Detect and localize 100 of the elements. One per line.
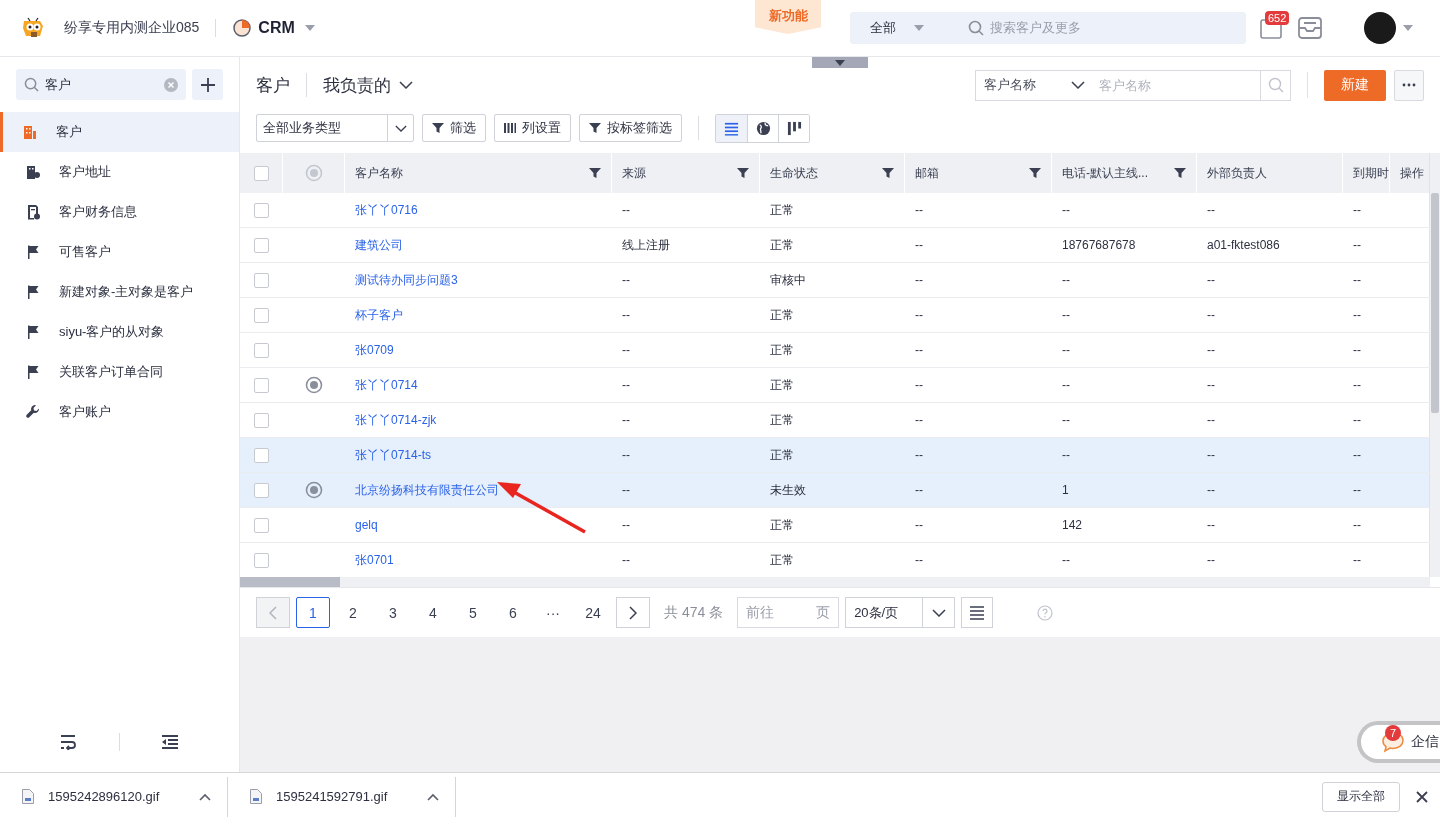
customer-link[interactable]: 测试待办同步问题3 [355, 271, 458, 289]
checkbox[interactable] [253, 517, 269, 533]
kanban-icon [786, 120, 802, 136]
checkbox[interactable] [253, 377, 269, 393]
table-cell: -- [1207, 483, 1215, 497]
table-cell: 正常 [770, 376, 794, 394]
customer-link[interactable]: 杯子客户 [355, 306, 403, 324]
table-cell: -- [1207, 553, 1215, 567]
scrollbar-thumb[interactable] [1431, 193, 1439, 413]
checkbox[interactable] [253, 202, 269, 218]
chat-button[interactable]: 7 企信 [1357, 721, 1440, 763]
close-icon[interactable] [1416, 790, 1428, 803]
filter-icon [432, 122, 444, 134]
customer-link[interactable]: 张丫丫0714-ts [355, 446, 432, 464]
table-cell: 142 [1062, 518, 1083, 532]
filter-icon [737, 167, 749, 179]
customer-link[interactable]: 张丫丫0716 [355, 201, 418, 219]
app-name[interactable]: CRM [258, 19, 295, 37]
avatar[interactable] [1364, 12, 1396, 44]
toolbar-button[interactable]: 列设置 [494, 114, 571, 142]
sidebar-item[interactable]: 可售客户 [0, 232, 239, 272]
customer-link[interactable]: 张丫丫0714 [355, 376, 418, 394]
table-cell: -- [622, 553, 630, 567]
table-cell: -- [915, 238, 923, 252]
page-size-select[interactable]: 20条/页 [845, 597, 956, 628]
sidebar-item[interactable]: 客户 [0, 112, 239, 152]
show-all-button[interactable]: 显示全部 [1322, 781, 1400, 812]
list-menu-button[interactable] [961, 597, 994, 628]
checkbox[interactable] [253, 482, 269, 498]
previous-page-button[interactable] [256, 597, 290, 628]
columns-icon [504, 122, 516, 134]
checkbox[interactable] [253, 412, 269, 428]
wrap-icon[interactable] [60, 734, 79, 750]
help-icon[interactable] [1037, 604, 1054, 621]
table-cell: -- [915, 518, 923, 532]
type-select[interactable]: 全部业务类型 [256, 114, 414, 142]
customer-link[interactable]: 建筑公司 [355, 236, 403, 254]
file-name[interactable]: 1595241592791.gif [276, 789, 413, 804]
clear-icon[interactable] [164, 77, 178, 92]
add-button[interactable] [192, 69, 223, 100]
search-field-dropdown[interactable]: 客户名称 [975, 69, 1093, 101]
search-input[interactable]: 客户名称 [1093, 69, 1260, 101]
more-button[interactable] [1394, 69, 1424, 101]
search-scope-dropdown[interactable]: 全部 [870, 19, 924, 37]
table-cell: -- [1353, 378, 1361, 392]
table-cell: 正常 [770, 306, 794, 324]
chevron-up-icon[interactable] [199, 792, 211, 801]
checkbox[interactable] [253, 237, 269, 253]
scrollbar-thumb[interactable] [240, 577, 340, 587]
table-cell: -- [1062, 343, 1070, 357]
sidebar-item[interactable]: 关联客户订单合同 [0, 352, 239, 392]
customer-link[interactable]: 张丫丫0714-zjk [355, 411, 437, 429]
table-cell: -- [915, 203, 923, 217]
customer-link[interactable]: 张0701 [355, 551, 394, 569]
checkbox[interactable] [253, 272, 269, 288]
checkbox[interactable] [253, 307, 269, 323]
checkbox[interactable] [253, 447, 269, 463]
view-toggle[interactable] [716, 114, 747, 142]
search-button[interactable] [1260, 69, 1291, 101]
table-cell: -- [1353, 203, 1361, 217]
next-page-button[interactable] [616, 597, 650, 628]
customer-link[interactable]: 张0709 [355, 341, 394, 359]
table-cell: -- [1062, 553, 1070, 567]
checkbox[interactable] [253, 552, 269, 568]
scope-dropdown[interactable]: 我负责的 [323, 73, 413, 97]
sidebar-item[interactable]: 客户地址 [0, 152, 239, 192]
table-cell: -- [1353, 518, 1361, 532]
caret-icon [835, 59, 845, 66]
chevron-up-icon[interactable] [427, 792, 439, 801]
caret-icon[interactable] [1403, 25, 1413, 31]
sidebar-item[interactable]: siyu-客户的从对象 [0, 312, 239, 352]
sidebar-item[interactable]: 客户账户 [0, 392, 239, 432]
sidebar-item[interactable]: 新建对象-主对象是客户 [0, 272, 239, 312]
view-toggle[interactable] [778, 114, 809, 142]
table-cell: 正常 [770, 551, 794, 569]
customer-link[interactable]: 北京纷扬科技有限责任公司 [355, 481, 499, 499]
page-button[interactable]: 1 [296, 597, 330, 628]
filter-icon [882, 167, 894, 179]
filter-icon [589, 122, 601, 134]
search-icon [1267, 77, 1284, 93]
flag-icon [25, 364, 41, 380]
table-cell: -- [915, 308, 923, 322]
menu-search-field[interactable]: 客户 [16, 69, 186, 100]
inbox-icon[interactable] [1298, 17, 1322, 39]
table-cell: 正常 [770, 201, 794, 219]
file-name[interactable]: 1595242896120.gif [48, 789, 185, 804]
caret-icon[interactable] [304, 25, 315, 31]
collapse-tab[interactable] [812, 57, 868, 68]
toolbar-button[interactable]: 按标签筛选 [579, 114, 682, 142]
table-cell: 正常 [770, 411, 794, 429]
toolbar-button[interactable]: 筛选 [422, 114, 486, 142]
pie-chart-icon [232, 18, 253, 38]
checkbox[interactable] [253, 165, 269, 181]
checkbox[interactable] [253, 342, 269, 358]
global-search-field[interactable]: 全部 搜索客户及更多 [850, 12, 1246, 44]
collapse-menu-icon[interactable] [160, 734, 179, 750]
table-cell: -- [1062, 203, 1070, 217]
customer-link[interactable]: gelq [355, 518, 378, 532]
sidebar-item[interactable]: 客户财务信息 [0, 192, 239, 232]
table-cell: -- [1353, 448, 1361, 462]
